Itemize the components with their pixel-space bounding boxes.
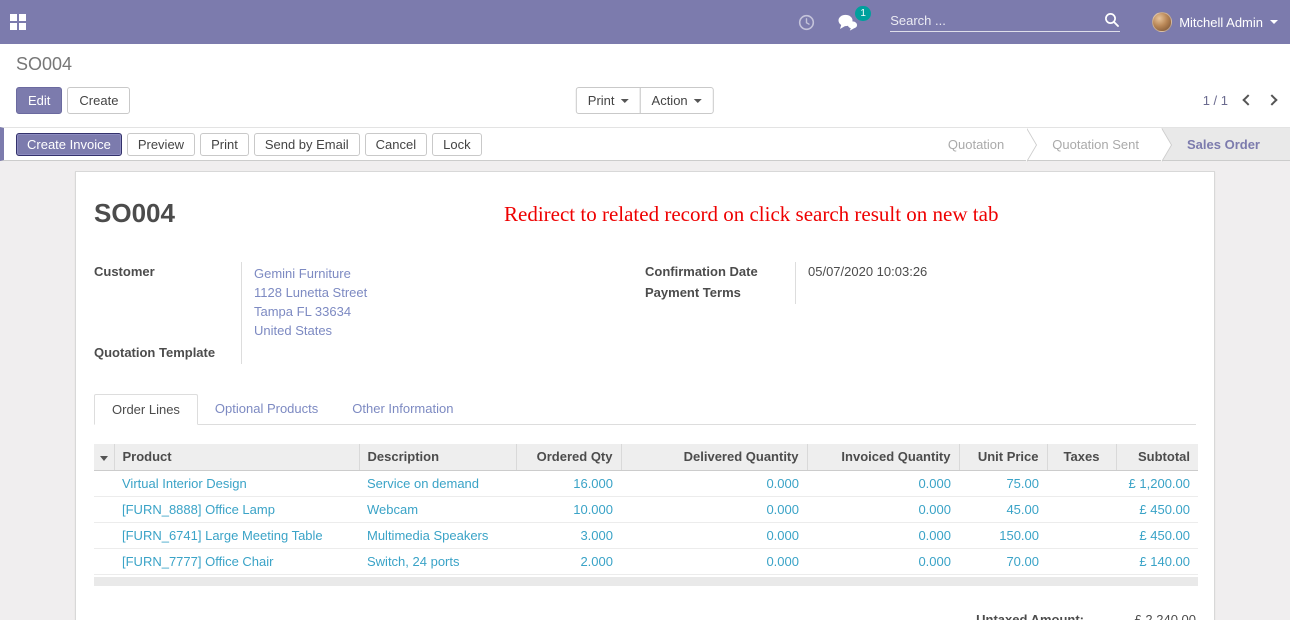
print-button[interactable]: Print [200,133,249,156]
apps-menu-icon[interactable] [10,14,26,30]
sort-caret-icon[interactable] [100,456,108,461]
table-row[interactable]: [FURN_7777] Office Chair Switch, 24 port… [94,548,1198,574]
table-row[interactable]: [FURN_6741] Large Meeting Table Multimed… [94,522,1198,548]
table-header-row: Product Description Ordered Qty Delivere… [94,444,1198,470]
step-quotation-sent[interactable]: Quotation Sent [1026,128,1161,160]
quotation-template-label: Quotation Template [94,343,241,364]
customer-label: Customer [94,262,241,343]
step-quotation[interactable]: Quotation [922,128,1026,160]
preview-button[interactable]: Preview [127,133,195,156]
table-row[interactable]: Virtual Interior Design Service on deman… [94,470,1198,496]
activities-clock-icon[interactable] [798,14,815,31]
col-taxes[interactable]: Taxes [1047,444,1116,470]
order-totals: Untaxed Amount: £ 2,240.00 [94,612,1196,620]
notebook-tabs: Order Lines Optional Products Other Info… [94,394,1196,425]
chevron-down-icon [1270,20,1278,24]
tab-order-lines[interactable]: Order Lines [94,394,198,425]
control-panel: SO004 Edit Create Print Action 1 / 1 [0,44,1290,127]
status-steps: Quotation Quotation Sent Sales Order [922,128,1290,160]
red-annotation-text: Redirect to related record on click sear… [504,202,998,227]
form-statusbar: Create Invoice Preview Print Send by Ema… [0,127,1290,161]
untaxed-amount-value: £ 2,240.00 [1084,612,1196,620]
pager-next-icon[interactable] [1266,94,1277,105]
search-input[interactable] [890,13,1104,28]
untaxed-amount-label: Untaxed Amount: [976,612,1084,620]
breadcrumb[interactable]: SO004 [16,54,1290,75]
col-unit-price[interactable]: Unit Price [959,444,1047,470]
form-view-background: SO004 Redirect to related record on clic… [0,171,1290,620]
action-dropdown-button[interactable]: Action [640,87,714,114]
pager-value: 1 / 1 [1203,93,1228,108]
pager-previous-icon[interactable] [1242,94,1253,105]
edit-button[interactable]: Edit [16,87,62,114]
search-icon[interactable] [1104,12,1120,28]
col-description[interactable]: Description [359,444,516,470]
chevron-down-icon [694,99,702,103]
col-invoiced-quantity[interactable]: Invoiced Quantity [807,444,959,470]
col-subtotal[interactable]: Subtotal [1116,444,1198,470]
col-product[interactable]: Product [114,444,359,470]
col-delivered-quantity[interactable]: Delivered Quantity [621,444,807,470]
create-button[interactable]: Create [67,87,130,114]
step-sales-order[interactable]: Sales Order [1161,128,1290,160]
print-dropdown-button[interactable]: Print [576,87,641,114]
chevron-down-icon [621,99,629,103]
table-footer-strip [94,577,1198,586]
messages-icon[interactable]: 1 [837,14,858,31]
order-lines-table: Product Description Ordered Qty Delivere… [94,444,1198,575]
table-row[interactable]: [FURN_8888] Office Lamp Webcam 10.000 0.… [94,496,1198,522]
payment-terms-value[interactable] [795,283,1178,304]
sales-order-sheet: SO004 Redirect to related record on clic… [75,171,1215,620]
user-name: Mitchell Admin [1179,15,1263,30]
user-menu[interactable]: Mitchell Admin [1152,12,1278,32]
col-ordered-qty[interactable]: Ordered Qty [516,444,621,470]
confirmation-date-label: Confirmation Date [645,262,795,283]
lock-button[interactable]: Lock [432,133,481,156]
quotation-template-value[interactable] [241,343,645,364]
user-avatar [1152,12,1172,32]
payment-terms-label: Payment Terms [645,283,795,304]
customer-value[interactable]: Gemini Furniture 1128 Lunetta Street Tam… [241,262,645,343]
send-by-email-button[interactable]: Send by Email [254,133,360,156]
tab-other-information[interactable]: Other Information [335,394,470,424]
create-invoice-button[interactable]: Create Invoice [16,133,122,156]
tab-optional-products[interactable]: Optional Products [198,394,335,424]
cancel-button[interactable]: Cancel [365,133,427,156]
top-navbar: 1 Mitchell Admin [0,0,1290,44]
global-search [890,12,1120,32]
messages-count-badge: 1 [855,6,871,21]
confirmation-date-value[interactable]: 05/07/2020 10:03:26 [795,262,1178,283]
